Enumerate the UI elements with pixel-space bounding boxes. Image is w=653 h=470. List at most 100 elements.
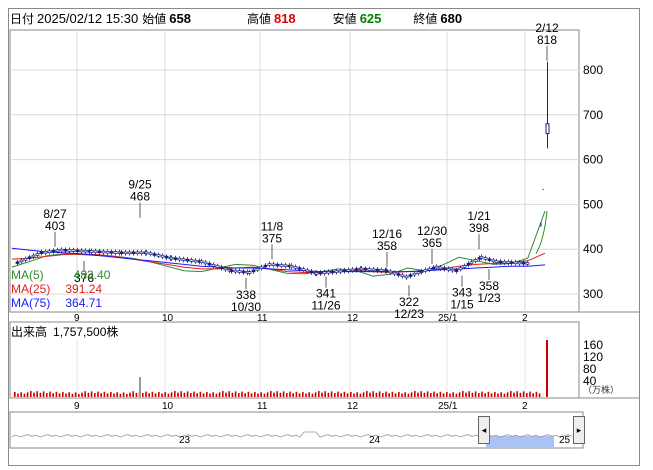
- volume-bar: [452, 392, 454, 397]
- volume-bar: [318, 391, 320, 397]
- volume-bar: [311, 393, 314, 397]
- candle-body: [271, 263, 276, 267]
- legend-ma75: MA(75) 364.71: [11, 296, 102, 310]
- volume-bar: [321, 392, 323, 397]
- candle-body: [177, 257, 182, 261]
- price-tick-label: 800: [583, 63, 603, 77]
- candle-body: [469, 261, 474, 264]
- candle-body: [63, 249, 68, 252]
- candle-body: [263, 264, 268, 268]
- vol-date-tick-label: 12: [347, 401, 359, 412]
- volume-bar: [158, 392, 160, 397]
- volume-bar: [510, 391, 512, 397]
- candle-body: [293, 266, 298, 269]
- navigator-right-handle[interactable]: ▸: [573, 416, 585, 444]
- candle-body: [233, 269, 238, 273]
- volume-bar: [174, 391, 176, 397]
- volume-bar: [202, 393, 205, 397]
- volume-bar: [481, 391, 483, 397]
- annotation-price: 398: [469, 221, 489, 235]
- volume-bar: [273, 392, 275, 397]
- candle-body: [259, 266, 264, 269]
- volume-bar: [532, 393, 534, 397]
- volume-bar: [103, 391, 106, 397]
- volume-bar: [455, 393, 458, 397]
- candle-body: [326, 271, 331, 274]
- volume-bar: [36, 391, 38, 397]
- volume-bar: [439, 391, 442, 397]
- volume-bar: [71, 393, 74, 397]
- candle-body: [279, 264, 284, 267]
- volume-bar: [385, 391, 387, 397]
- volume-bar: [359, 393, 362, 397]
- volume-bar: [142, 393, 144, 397]
- volume-bar: [276, 391, 278, 397]
- candle-body: [346, 269, 351, 272]
- candle-body: [517, 261, 522, 265]
- navigator-left-handle[interactable]: ◂: [478, 416, 490, 444]
- volume-bar: [52, 393, 54, 397]
- volume-bar: [388, 393, 390, 397]
- candle-body: [427, 267, 432, 271]
- candle-body: [71, 249, 76, 252]
- candle-body: [181, 258, 186, 261]
- candle-body: [388, 270, 393, 274]
- candle-body: [31, 254, 36, 258]
- volume-bar: [87, 392, 90, 397]
- price-tick-label: 400: [583, 242, 603, 256]
- candle-body: [139, 251, 144, 255]
- volume-bar: [433, 391, 435, 397]
- candle-body: [237, 270, 242, 273]
- candle-body: [525, 262, 530, 265]
- candle-body: [39, 251, 44, 255]
- volume-bar: [126, 394, 128, 397]
- navigator-selection: [486, 436, 554, 448]
- vol-date-tick-label: 2: [522, 401, 528, 412]
- legend-ma25: MA(25) 391.24: [11, 282, 102, 296]
- annotation-price: 358: [377, 239, 397, 253]
- candle-body: [473, 259, 478, 262]
- volume-bar: [295, 391, 298, 397]
- candle-body: [314, 272, 319, 275]
- volume-bar: [199, 391, 202, 397]
- date-tick-label: 2: [522, 313, 528, 324]
- candle-body: [487, 258, 492, 261]
- candle-body: [75, 249, 80, 253]
- candle-body: [160, 254, 165, 258]
- candle-body: [193, 259, 198, 263]
- volume-title-label: 出来高: [11, 325, 48, 339]
- volume-bar: [378, 391, 381, 397]
- candle-body: [479, 256, 484, 259]
- volume-bar-last: [546, 340, 548, 397]
- volume-bar: [401, 393, 403, 397]
- candle-body: [203, 261, 208, 265]
- candle-body: [330, 270, 335, 274]
- volume-bar: [190, 393, 192, 397]
- volume-bar: [164, 392, 166, 397]
- volume-bar: [167, 393, 170, 397]
- date-tick-label: 11: [257, 313, 268, 324]
- vol-date-tick-label: 9: [74, 401, 80, 412]
- volume-bar: [282, 391, 285, 397]
- volume-bar: [215, 393, 218, 397]
- candle-body: [367, 268, 372, 271]
- candle-body-last: [545, 123, 550, 135]
- date-tick-label: 12: [347, 313, 359, 324]
- navigator-year-label: 24: [369, 435, 381, 446]
- volume-bar: [132, 391, 134, 397]
- candle-body: [498, 260, 503, 264]
- candle-body: [185, 258, 190, 262]
- volume-bar: [196, 393, 198, 397]
- price-tick-label: 600: [583, 153, 603, 167]
- candle-body: [113, 251, 118, 254]
- annotation-price: 365: [422, 236, 442, 250]
- volume-bar: [113, 393, 115, 397]
- legend-ma5-label: MA(5): [11, 268, 44, 282]
- volume-bar: [62, 392, 64, 397]
- volume-bar: [426, 391, 429, 397]
- candle-body: [404, 275, 409, 279]
- volume-bar: [212, 392, 214, 397]
- volume-bar: [90, 391, 93, 397]
- candle-body: [119, 251, 124, 255]
- volume-bar: [68, 392, 70, 397]
